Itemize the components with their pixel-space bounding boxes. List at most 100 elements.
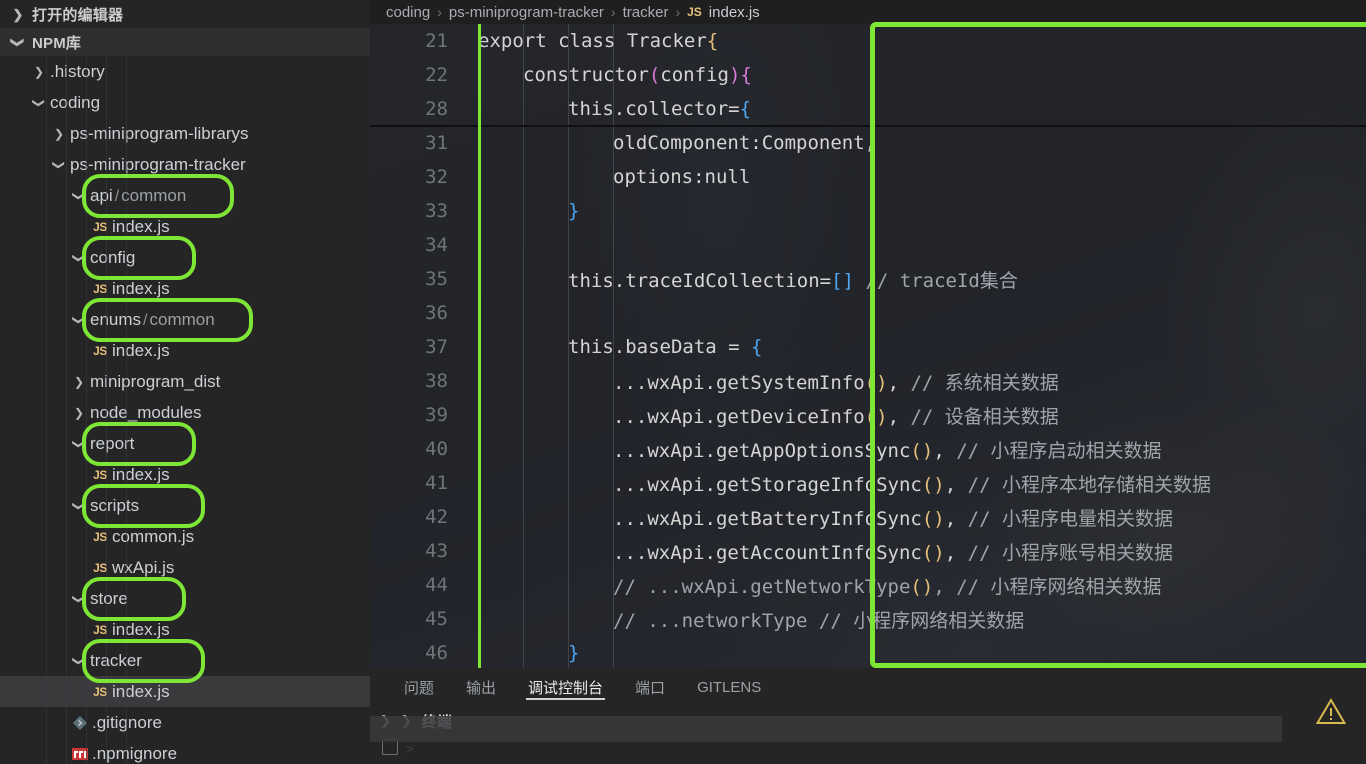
tree-folder-row[interactable]: ❯ miniprogram_dist	[0, 366, 370, 397]
code-token: {	[751, 336, 763, 358]
indent-guide	[523, 228, 524, 262]
chevron-down-icon[interactable]: ❯	[72, 495, 86, 517]
tree-file-row[interactable]: .npmignore	[0, 738, 370, 764]
code-token: ()	[864, 371, 888, 394]
code-lines[interactable]: 21 export class Tracker{22 constructor(con…	[370, 24, 1366, 668]
tree-file-row[interactable]: JS index.js	[0, 459, 370, 490]
code-line[interactable]: 42 ...wxApi.getBatteryInfoSync(), // 小程序电…	[370, 500, 1366, 534]
tree-folder-row[interactable]: ❯ tracker	[0, 645, 370, 676]
panel-tab-5[interactable]: GITLENS	[681, 668, 777, 706]
indent-guide	[86, 56, 87, 764]
path-separator: /	[114, 187, 120, 205]
tree-file-row[interactable]: .gitignore	[0, 707, 370, 738]
chevron-down-icon[interactable]: ❯	[72, 650, 86, 672]
js-file-icon: JS	[93, 684, 107, 699]
chevron-down-icon[interactable]: ❯	[11, 28, 26, 56]
tree-item-label: ps-miniprogram-librarys	[70, 124, 249, 144]
panel-tab-4[interactable]: 端口	[619, 668, 681, 706]
breadcrumb-item-project[interactable]: ps-miniprogram-tracker	[449, 4, 604, 21]
tree-file-row[interactable]: JS wxApi.js	[0, 552, 370, 583]
code-line[interactable]: 31 oldComponent:Component,	[370, 126, 1366, 160]
tree-folder-row[interactable]: ❯ node_modules	[0, 397, 370, 428]
chevron-down-icon[interactable]: ❯	[72, 185, 86, 207]
code-token: this.collector=	[568, 98, 740, 120]
code-line[interactable]: 41 ...wxApi.getStorageInfoSync(), // 小程序本…	[370, 466, 1366, 500]
code-line[interactable]: 21 export class Tracker{	[370, 24, 1366, 58]
tree-folder-row[interactable]: ❯ api / common	[0, 180, 370, 211]
breadcrumb-item-coding[interactable]: coding	[386, 4, 430, 21]
panel-tab-label: 问题	[404, 679, 435, 697]
tree-file-row[interactable]: JS index.js	[0, 614, 370, 645]
code-line[interactable]: 34	[370, 228, 1366, 262]
warning-triangle-icon[interactable]	[1315, 698, 1347, 730]
tree-item-name: tracker	[90, 650, 142, 670]
code-line[interactable]: 44 // ...wxApi.getNetworkType(), // 小程序网络…	[370, 568, 1366, 602]
chevron-right-icon[interactable]: ❯	[4, 8, 32, 21]
tree-folder-row[interactable]: ❯ ps-miniprogram-librarys	[0, 118, 370, 149]
tree-item-label: index.js	[112, 279, 170, 299]
tree-item-label: miniprogram_dist	[90, 372, 220, 392]
code-line[interactable]: 22 constructor(config){	[370, 58, 1366, 92]
tree-folder-row[interactable]: ❯ store	[0, 583, 370, 614]
code-line[interactable]: 36	[370, 296, 1366, 330]
tree-folder-row[interactable]: ❯ ps-miniprogram-tracker	[0, 149, 370, 180]
panel-tab-bar[interactable]: 问题 输出 调试控制台 端口 GITLENS	[370, 668, 1366, 706]
sidebar-section-header[interactable]: ❯ 打开的编辑器	[0, 0, 370, 28]
code-token: }	[568, 200, 580, 222]
breadcrumb-item-file[interactable]: index.js	[709, 4, 760, 21]
tree-file-row[interactable]: JS index.js	[0, 676, 370, 707]
tree-folder-row[interactable]: ❯ .history	[0, 56, 370, 87]
code-line[interactable]: 39 ...wxApi.getDeviceInfo(), // 设备相关数据	[370, 398, 1366, 432]
tree-file-row[interactable]: JS common.js	[0, 521, 370, 552]
tree-folder-row[interactable]: ❯ coding	[0, 87, 370, 118]
code-token: ,	[933, 439, 957, 462]
tree-item-label: scripts	[90, 496, 139, 516]
tree-file-row[interactable]: JS index.js	[0, 335, 370, 366]
code-token: ,	[933, 575, 957, 598]
breadcrumb[interactable]: coding › ps-miniprogram-tracker › tracke…	[370, 0, 1366, 24]
tree-folder-row[interactable]: ❯ scripts	[0, 490, 370, 521]
tree-item-label: wxApi.js	[112, 558, 174, 578]
tree-item-label: index.js	[112, 341, 170, 361]
chevron-down-icon[interactable]: ❯	[72, 433, 86, 455]
code-token: (	[648, 64, 661, 86]
tree-file-row[interactable]: JS index.js	[0, 211, 370, 242]
code-line[interactable]: 28 this.collector={	[370, 92, 1366, 127]
code-line[interactable]: 46}	[370, 636, 1366, 668]
chevron-down-icon[interactable]: ❯	[72, 309, 86, 331]
panel-tab-2[interactable]: 输出	[450, 668, 512, 706]
tree-folder-row[interactable]: ❯ enums / common	[0, 304, 370, 335]
code-editor[interactable]: 21 export class Tracker{22 constructor(con…	[370, 24, 1366, 668]
code-line[interactable]: 45 // ...networkType // 小程序网络相关数据	[370, 602, 1366, 636]
code-line[interactable]: 37 this.baseData = {	[370, 330, 1366, 364]
chevron-down-icon[interactable]: ❯	[72, 247, 86, 269]
panel-scroll-region[interactable]	[370, 716, 1282, 742]
code-text: oldComponent:Component,	[470, 132, 876, 154]
chevron-down-icon[interactable]: ❯	[32, 92, 46, 114]
tree-folder-row[interactable]: ❯ report	[0, 428, 370, 459]
folded-code-divider	[370, 125, 1366, 127]
panel-tab-1[interactable]: 问题	[388, 668, 450, 706]
indent-guide	[523, 296, 524, 330]
tree-file-row[interactable]: JS index.js	[0, 273, 370, 304]
code-line[interactable]: 38 ...wxApi.getSystemInfo(), // 系统相关数据	[370, 364, 1366, 398]
npm-file-icon	[68, 747, 92, 760]
breadcrumb-item-tracker[interactable]: tracker	[623, 4, 669, 21]
code-text: ...wxApi.getBatteryInfoSync(), // 小程序电量相…	[470, 504, 1173, 531]
sidebar-section-header[interactable]: ❯ NPM库	[0, 28, 370, 56]
code-token: ,	[944, 473, 968, 496]
code-line[interactable]: 32 options:null	[370, 160, 1366, 194]
indent-guide	[613, 194, 614, 228]
panel-tab-3[interactable]: 调试控制台	[512, 668, 619, 706]
chevron-down-icon[interactable]: ❯	[72, 588, 86, 610]
code-token: export class Tracker	[478, 30, 707, 52]
code-line[interactable]: 35 this.traceIdCollection=[] // traceId集合	[370, 262, 1366, 296]
code-token: ()	[910, 439, 934, 462]
tree-folder-row[interactable]: ❯ config	[0, 242, 370, 273]
chevron-down-icon[interactable]: ❯	[52, 154, 66, 176]
indent-guide	[613, 296, 614, 330]
chevron-right-icon: ›	[675, 4, 681, 20]
code-line[interactable]: 33}	[370, 194, 1366, 228]
code-line[interactable]: 43 ...wxApi.getAccountInfoSync(), // 小程序账…	[370, 534, 1366, 568]
code-line[interactable]: 40 ...wxApi.getAppOptionsSync(), // 小程序启动…	[370, 432, 1366, 466]
